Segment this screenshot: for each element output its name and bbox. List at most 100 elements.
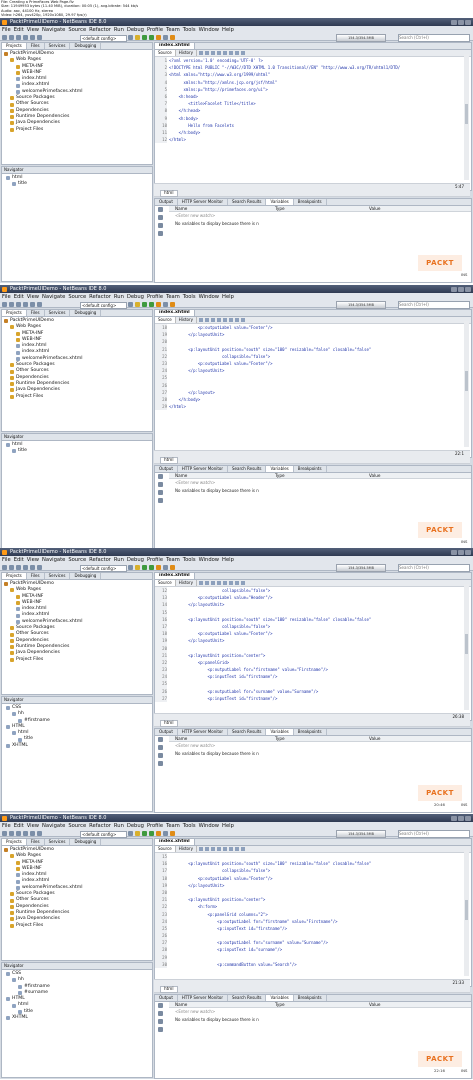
memory-meter[interactable]: 154.3/354.5MB [336,830,386,838]
clean-build-icon[interactable] [135,34,140,40]
tab-output[interactable]: Output [155,729,178,735]
menu-item[interactable]: Team [166,823,180,829]
menu-item[interactable]: View [27,823,39,829]
search-input[interactable]: Search (Ctrl+I) [398,830,470,838]
menu-item[interactable]: Tools [183,557,196,563]
tab-http-server-monitor[interactable]: HTTP Server Monitor [178,199,229,205]
menu-item[interactable]: Help [222,294,234,300]
editor-tab-file[interactable]: index.xhtml [155,573,195,579]
build-icon[interactable] [128,34,133,40]
menu-item[interactable]: Window [199,27,219,33]
tab-search-results[interactable]: Search Results [228,729,267,735]
tab-variables[interactable]: Variables [266,466,294,472]
menu-item[interactable]: View [27,294,39,300]
run-icon[interactable] [142,564,147,570]
settings-icon[interactable] [158,498,163,503]
new-watch-icon[interactable] [158,1003,163,1008]
tab-files[interactable]: Files [27,573,45,579]
build-icon[interactable] [128,301,133,307]
open-project-icon[interactable] [16,564,21,570]
run-icon[interactable] [142,301,147,307]
shift-left-icon[interactable] [222,581,227,585]
shift-right-icon[interactable] [228,847,233,851]
undo-icon[interactable] [30,830,35,836]
clean-build-icon[interactable] [135,830,140,836]
tab-projects[interactable]: Projects [2,573,27,579]
tab-variables[interactable]: Variables [266,729,294,735]
editor-scrollbar[interactable] [464,321,469,447]
save-all-icon[interactable] [23,830,28,836]
tab-http-server-monitor[interactable]: HTTP Server Monitor [178,995,229,1001]
open-project-icon[interactable] [16,830,21,836]
undo-icon[interactable] [30,564,35,570]
menu-item[interactable]: Window [199,294,219,300]
tab-search-results[interactable]: Search Results [228,466,267,472]
new-project-icon[interactable] [2,830,7,836]
menu-item[interactable]: File [2,557,11,563]
profile-icon[interactable] [156,301,161,307]
new-file-icon[interactable] [9,301,14,307]
tab-variables[interactable]: Variables [266,199,294,205]
menu-item[interactable]: Edit [14,27,24,33]
editor-tab-file[interactable]: index.xhtml [155,43,195,49]
menu-item[interactable]: File [2,27,11,33]
source-tab[interactable]: Source [155,846,176,852]
tree-node[interactable]: Project Files [4,127,152,133]
watch-input[interactable]: <Enter new watch> [175,743,215,748]
toggle-bookmark-icon[interactable] [216,318,221,322]
settings-icon[interactable] [158,761,163,766]
shift-right-icon[interactable] [228,581,233,585]
tab-variables[interactable]: Variables [266,995,294,1001]
menu-item[interactable]: Refactor [89,557,111,563]
new-file-icon[interactable] [9,34,14,40]
search-input[interactable]: Search (Ctrl+I) [398,34,470,42]
find-icon[interactable] [210,318,215,322]
maximize-button[interactable] [458,549,464,555]
menu-item[interactable]: Edit [14,557,24,563]
menu-item[interactable]: Debug [127,294,144,300]
menu-item[interactable]: Tools [183,823,196,829]
menu-item[interactable]: Debug [127,557,144,563]
code-area[interactable]: 12 collapsible="false"> 13 <p:outputLabel… [155,587,471,703]
menu-item[interactable]: Source [68,294,86,300]
shift-right-icon[interactable] [228,318,233,322]
menu-item[interactable]: Navigate [42,823,65,829]
menu-item[interactable]: Run [114,823,124,829]
new-project-icon[interactable] [2,564,7,570]
watch-input[interactable]: <Enter new watch> [175,1009,215,1014]
menu-item[interactable]: Debug [127,27,144,33]
toggle-bookmark-icon[interactable] [216,51,221,55]
new-watch-icon[interactable] [158,207,163,212]
config-select[interactable]: <default config> [80,35,127,42]
build-icon[interactable] [128,564,133,570]
build-icon[interactable] [128,830,133,836]
tab-breakpoints[interactable]: Breakpoints [294,466,327,472]
menu-item[interactable]: Refactor [89,294,111,300]
menu-item[interactable]: Tools [183,27,196,33]
menu-item[interactable]: Run [114,294,124,300]
source-tab[interactable]: Source [155,50,176,56]
forward-icon[interactable] [204,581,209,585]
forward-icon[interactable] [204,51,209,55]
tab-services[interactable]: Services [45,839,71,845]
tab-breakpoints[interactable]: Breakpoints [294,729,327,735]
comment-icon[interactable] [234,847,239,851]
close-button[interactable] [465,19,471,25]
scroll-thumb[interactable] [465,634,468,654]
debug-icon[interactable] [149,301,154,307]
shift-right-icon[interactable] [228,51,233,55]
history-tab[interactable]: History [176,580,197,586]
tab-output[interactable]: Output [155,995,178,1001]
new-project-icon[interactable] [2,301,7,307]
close-button[interactable] [465,286,471,292]
save-all-icon[interactable] [23,564,28,570]
menu-item[interactable]: Source [68,823,86,829]
tab-search-results[interactable]: Search Results [228,995,267,1001]
forward-icon[interactable] [204,847,209,851]
stop-icon[interactable] [170,34,175,40]
macro-icon[interactable] [240,51,245,55]
minimize-button[interactable] [451,815,457,821]
toggle-bookmark-icon[interactable] [216,581,221,585]
watch-input[interactable]: <Enter new watch> [175,213,215,218]
menu-item[interactable]: Help [222,823,234,829]
